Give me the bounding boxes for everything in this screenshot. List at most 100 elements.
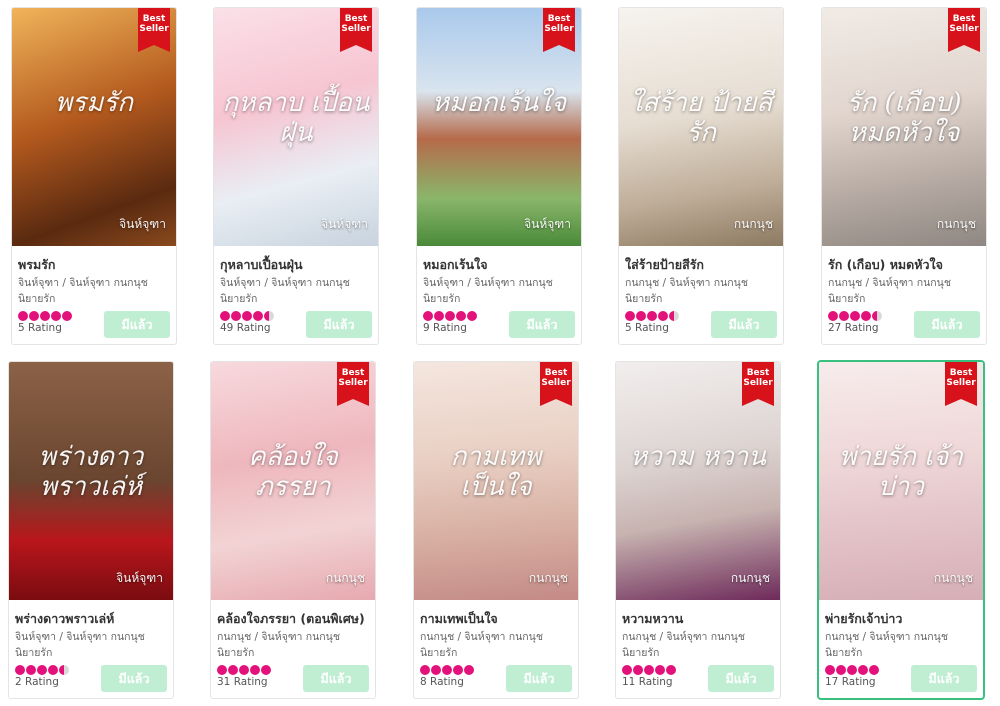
owned-button[interactable]: มีแล้ว [506, 665, 572, 692]
owned-button[interactable]: มีแล้ว [509, 311, 575, 338]
cover-author-text: กนกนุช [528, 571, 568, 585]
book-info: กุหลาบเปื้อนฝุ่น จินห์จุฑา / จินห์จุฑา ก… [214, 246, 378, 344]
book-card[interactable]: หวาม หวาน กนกนุช Best Seller หวามหวาน กนก… [615, 361, 781, 699]
book-category[interactable]: นิยายรัก [420, 645, 572, 661]
owned-button[interactable]: มีแล้ว [911, 665, 977, 692]
book-title[interactable]: พ่ายรักเจ้าบ่าว [825, 610, 977, 627]
book-card[interactable]: พรมรัก จินห์จุฑา Best Seller พรมรัก จินห์… [11, 7, 177, 345]
star-icon [839, 310, 849, 321]
book-cover-image[interactable]: ใส่ร้าย ป้ายสีรัก กนกนุช [619, 8, 783, 246]
book-cover-image[interactable]: หวาม หวาน กนกนุช Best Seller [616, 362, 780, 600]
book-category[interactable]: นิยายรัก [622, 645, 774, 661]
cover-title-text: หมอกเร้นใจ [431, 88, 567, 118]
cover-title-text: พร่างดาว พราวเล่ห์ [38, 442, 144, 502]
book-cover-image[interactable]: พรมรัก จินห์จุฑา Best Seller [12, 8, 176, 246]
book-category[interactable]: นิยายรัก [825, 645, 977, 661]
owned-button[interactable]: มีแล้ว [708, 665, 774, 692]
badge-line1: Best [949, 368, 973, 378]
book-cover-image[interactable]: กามเทพ เป็นใจ กนกนุช Best Seller [414, 362, 578, 600]
book-title[interactable]: คล้องใจภรรยา (ตอนพิเศษ) [217, 610, 369, 627]
book-authors[interactable]: กนกนุช / จินห์จุฑา กนกนุช [217, 629, 369, 645]
cover-author-text: กนกนุช [325, 571, 365, 585]
cover-author-text: จินห์จุฑา [116, 571, 163, 585]
book-authors[interactable]: กนกนุช / จินห์จุฑา กนกนุช [625, 275, 777, 291]
book-cover-image[interactable]: กุหลาบ เปื้อนฝุ่น จินห์จุฑา Best Seller [214, 8, 378, 246]
book-category[interactable]: นิยายรัก [217, 645, 369, 661]
star-icon [453, 664, 463, 675]
badge-line1: Best [544, 368, 568, 378]
owned-button[interactable]: มีแล้ว [104, 311, 170, 338]
star-icon [253, 310, 263, 321]
book-card[interactable]: หมอกเร้นใจ จินห์จุฑา Best Seller หมอกเร้น… [416, 7, 582, 345]
book-title[interactable]: พรมรัก [18, 256, 170, 273]
owned-button[interactable]: มีแล้ว [101, 665, 167, 692]
book-category[interactable]: นิยายรัก [423, 291, 575, 307]
book-authors[interactable]: จินห์จุฑา / จินห์จุฑา กนกนุช [423, 275, 575, 291]
book-authors[interactable]: กนกนุช / จินห์จุฑา กนกนุช [622, 629, 774, 645]
star-icon [442, 664, 452, 675]
book-cover-image[interactable]: พ่ายรัก เจ้าบ่าว กนกนุช Best Seller [819, 362, 983, 600]
book-card[interactable]: กามเทพ เป็นใจ กนกนุช Best Seller กามเทพเป… [413, 361, 579, 699]
owned-button[interactable]: มีแล้ว [303, 665, 369, 692]
badge-line1: Best [341, 368, 365, 378]
best-seller-badge: Best Seller [742, 362, 774, 406]
book-cover-image[interactable]: รัก (เกือบ) หมดหัวใจ กนกนุช Best Seller [822, 8, 986, 246]
book-card[interactable]: คล้องใจ ภรรยา กนกนุช Best Seller คล้องใจภ… [210, 361, 376, 699]
badge-line1: Best [952, 14, 976, 24]
book-authors[interactable]: กนกนุช / จินห์จุฑา กนกนุช [825, 629, 977, 645]
star-icon [228, 664, 238, 675]
book-title[interactable]: หวามหวาน [622, 610, 774, 627]
cover-author-text: จินห์จุฑา [321, 217, 368, 231]
book-title[interactable]: รัก (เกือบ) หมดหัวใจ [828, 256, 980, 273]
book-category[interactable]: นิยายรัก [15, 645, 167, 661]
owned-button[interactable]: มีแล้ว [306, 311, 372, 338]
book-info: คล้องใจภรรยา (ตอนพิเศษ) กนกนุช / จินห์จุ… [211, 600, 375, 698]
cover-title-text: คล้องใจ ภรรยา [248, 442, 338, 502]
badge-line2: Seller [946, 378, 976, 388]
book-authors[interactable]: จินห์จุฑา / จินห์จุฑา กนกนุช [220, 275, 372, 291]
badge-line2: Seller [338, 378, 368, 388]
book-info: พ่ายรักเจ้าบ่าว กนกนุช / จินห์จุฑา กนกนุ… [819, 600, 983, 698]
book-card[interactable]: พ่ายรัก เจ้าบ่าว กนกนุช Best Seller พ่ายร… [818, 361, 984, 699]
book-info: รัก (เกือบ) หมดหัวใจ กนกนุช / จินห์จุฑา … [822, 246, 986, 344]
book-authors[interactable]: จินห์จุฑา / จินห์จุฑา กนกนุช [15, 629, 167, 645]
star-icon [825, 664, 835, 675]
book-info: ใส่ร้ายป้ายสีรัก กนกนุช / จินห์จุฑา กนกน… [619, 246, 783, 344]
book-grid: พรมรัก จินห์จุฑา Best Seller พรมรัก จินห์… [0, 0, 1000, 706]
star-icon [464, 664, 474, 675]
book-title[interactable]: กามเทพเป็นใจ [420, 610, 572, 627]
book-card[interactable]: กุหลาบ เปื้อนฝุ่น จินห์จุฑา Best Seller ก… [213, 7, 379, 345]
book-title[interactable]: กุหลาบเปื้อนฝุ่น [220, 256, 372, 273]
book-cover-image[interactable]: หมอกเร้นใจ จินห์จุฑา Best Seller [417, 8, 581, 246]
book-info: พร่างดาวพราวเล่ห์ จินห์จุฑา / จินห์จุฑา … [9, 600, 173, 698]
star-icon [231, 310, 241, 321]
star-icon [220, 310, 230, 321]
book-card[interactable]: รัก (เกือบ) หมดหัวใจ กนกนุช Best Seller ร… [821, 7, 987, 345]
cover-title-text: หวาม หวาน [630, 442, 766, 472]
book-category[interactable]: นิยายรัก [220, 291, 372, 307]
badge-line1: Best [142, 14, 166, 24]
best-seller-badge: Best Seller [540, 362, 572, 406]
star-icon [264, 310, 274, 321]
book-category[interactable]: นิยายรัก [828, 291, 980, 307]
book-category[interactable]: นิยายรัก [625, 291, 777, 307]
owned-button[interactable]: มีแล้ว [914, 311, 980, 338]
best-seller-badge: Best Seller [340, 8, 372, 52]
book-title[interactable]: พร่างดาวพราวเล่ห์ [15, 610, 167, 627]
star-icon [15, 664, 25, 675]
book-card[interactable]: พร่างดาว พราวเล่ห์ จินห์จุฑา พร่างดาวพรา… [8, 361, 174, 699]
owned-button[interactable]: มีแล้ว [711, 311, 777, 338]
book-title[interactable]: หมอกเร้นใจ [423, 256, 575, 273]
book-cover-image[interactable]: พร่างดาว พราวเล่ห์ จินห์จุฑา [9, 362, 173, 600]
book-cover-image[interactable]: คล้องใจ ภรรยา กนกนุช Best Seller [211, 362, 375, 600]
star-icon [869, 664, 879, 675]
book-authors[interactable]: กนกนุช / จินห์จุฑา กนกนุช [420, 629, 572, 645]
book-card[interactable]: ใส่ร้าย ป้ายสีรัก กนกนุช ใส่ร้ายป้ายสีรั… [618, 7, 784, 345]
cover-title-text: รัก (เกือบ) หมดหัวใจ [846, 88, 962, 148]
book-authors[interactable]: จินห์จุฑา / จินห์จุฑา กนกนุช [18, 275, 170, 291]
star-icon [636, 310, 646, 321]
book-title[interactable]: ใส่ร้ายป้ายสีรัก [625, 256, 777, 273]
book-authors[interactable]: กนกนุช / จินห์จุฑา กนกนุช [828, 275, 980, 291]
star-icon [431, 664, 441, 675]
book-category[interactable]: นิยายรัก [18, 291, 170, 307]
